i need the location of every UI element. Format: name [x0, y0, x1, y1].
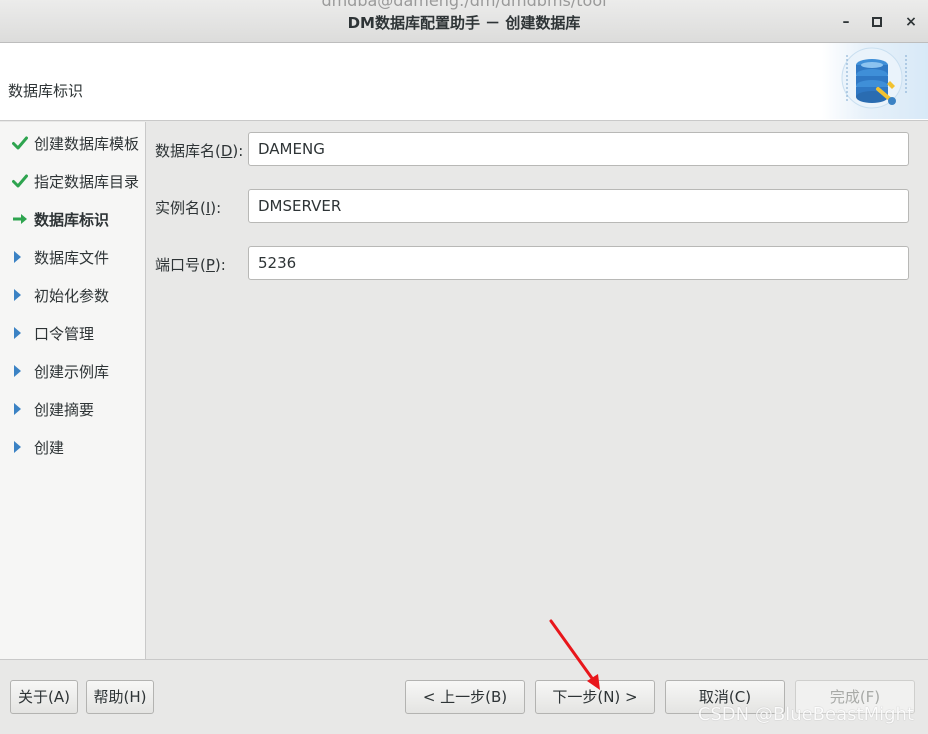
- triangle-right-icon: [12, 250, 30, 264]
- triangle-right-icon: [12, 440, 30, 454]
- step-password-mgmt: 口令管理: [12, 322, 94, 344]
- instance-name-label: 实例名(I):: [155, 199, 222, 217]
- port-label: 端口号(P):: [155, 256, 226, 274]
- watermark: CSDN @BlueBeastMight: [697, 704, 914, 725]
- title-bar[interactable]: dmdba@dameng:/dm/dmdbms/tool DM数据库配置助手 －…: [0, 0, 928, 43]
- minimize-button[interactable]: –: [836, 12, 856, 32]
- step-db-identity: 数据库标识: [12, 208, 109, 230]
- instance-name-row: 实例名(I):: [155, 189, 915, 223]
- step-label: 创建数据库模板: [34, 134, 140, 153]
- step-label: 创建示例库: [34, 362, 110, 381]
- next-button[interactable]: 下一步(N) >: [535, 680, 655, 714]
- step-create-template: 创建数据库模板: [12, 132, 139, 154]
- step-label: 数据库文件: [34, 248, 110, 267]
- help-button[interactable]: 帮助(H): [86, 680, 154, 714]
- check-icon: [12, 174, 30, 188]
- step-label: 数据库标识: [34, 210, 110, 229]
- triangle-right-icon: [12, 326, 30, 340]
- step-label: 口令管理: [34, 324, 95, 343]
- db-name-row: 数据库名(D):: [155, 132, 915, 166]
- step-label: 创建摘要: [34, 400, 95, 419]
- port-input[interactable]: [248, 246, 909, 280]
- step-db-files: 数据库文件: [12, 246, 109, 268]
- maximize-button[interactable]: [867, 12, 887, 32]
- check-icon: [12, 136, 30, 150]
- step-init-params: 初始化参数: [12, 284, 109, 306]
- background-window-path: dmdba@dameng:/dm/dmdbms/tool: [321, 0, 607, 10]
- about-button[interactable]: 关于(A): [10, 680, 78, 714]
- triangle-right-icon: [12, 402, 30, 416]
- wizard-header: 数据库标识: [0, 43, 928, 121]
- prev-button[interactable]: < 上一步(B): [405, 680, 525, 714]
- step-label: 指定数据库目录: [34, 172, 140, 191]
- wizard-steps-sidebar: 创建数据库模板 指定数据库目录 数据库标识 数据库文件 初始化参数 口令管理 创…: [0, 122, 146, 659]
- triangle-right-icon: [12, 288, 30, 302]
- db-name-input[interactable]: [248, 132, 909, 166]
- database-stack-icon: [841, 47, 907, 109]
- close-button[interactable]: ×: [901, 12, 921, 32]
- window-title: DM数据库配置助手 － 创建数据库: [347, 14, 581, 32]
- db-name-label: 数据库名(D):: [155, 142, 244, 160]
- step-summary: 创建摘要: [12, 398, 94, 420]
- instance-name-input[interactable]: [248, 189, 909, 223]
- maximize-icon: [872, 17, 882, 27]
- database-logo: [822, 43, 928, 119]
- form-panel: 数据库名(D): 实例名(I): 端口号(P):: [147, 122, 928, 659]
- step-label: 创建: [34, 438, 65, 457]
- step-label: 初始化参数: [34, 286, 110, 305]
- arrow-right-icon: [12, 213, 30, 225]
- step-create: 创建: [12, 436, 64, 458]
- step-db-directory: 指定数据库目录: [12, 170, 139, 192]
- step-sample-db: 创建示例库: [12, 360, 109, 382]
- triangle-right-icon: [12, 364, 30, 378]
- port-row: 端口号(P):: [155, 246, 915, 280]
- page-title: 数据库标识: [8, 82, 84, 100]
